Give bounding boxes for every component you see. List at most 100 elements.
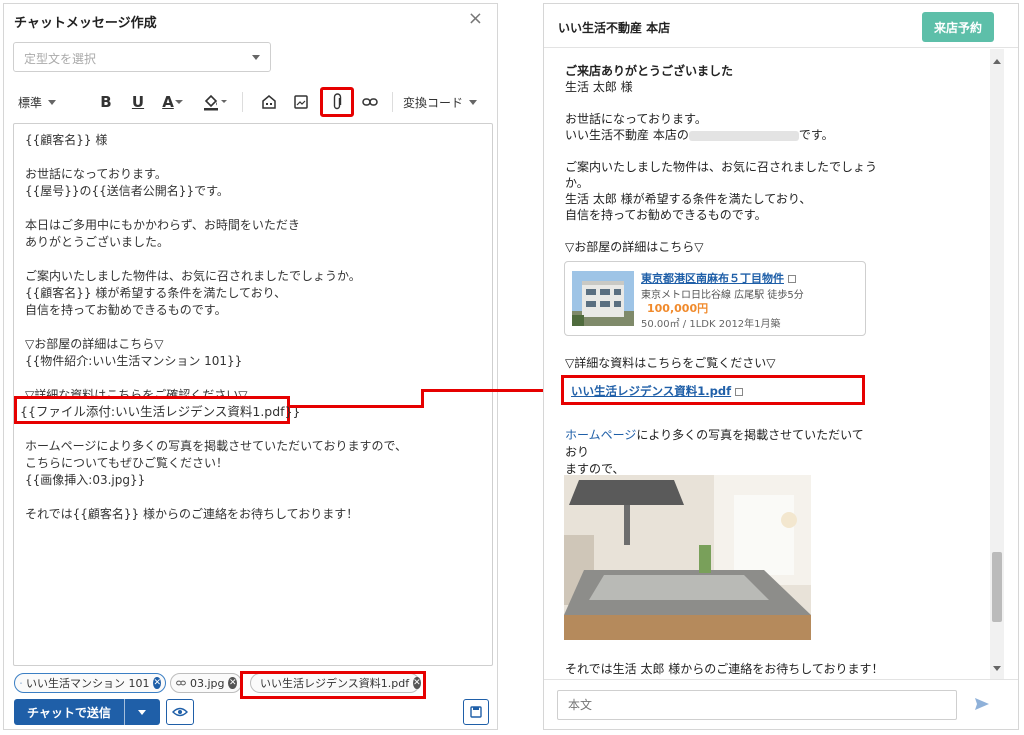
chat-message-input[interactable] — [557, 690, 957, 720]
close-icon[interactable]: × — [468, 8, 483, 29]
message-body-text: {{顧客名}} 様お世話になっております。 {{屋号}}の{{送信者公開名}}です… — [25, 132, 481, 523]
building-icon — [262, 95, 276, 109]
template-select-placeholder: 定型文を選択 — [24, 52, 97, 66]
body-line — [25, 370, 481, 387]
paperclip-icon — [333, 93, 342, 110]
chat-header: いい生活不動産 本店 来店予約 — [544, 4, 1018, 48]
remove-icon[interactable]: ✕ — [228, 677, 237, 689]
property-spec: 50.00㎡ / 1LDK 2012年1月築 — [641, 319, 781, 330]
chevron-down-icon — [48, 99, 57, 105]
preview-button[interactable] — [166, 699, 194, 725]
attachment-chip-label: いい生活マンション 101 — [25, 677, 150, 690]
text-color-label: A — [162, 93, 174, 111]
attachment-chips: いい生活マンション 101 ✕ 03.jpg ✕ いい生活レジデンス資料1.pd… — [14, 671, 494, 699]
template-select[interactable]: 定型文を選択 — [13, 42, 271, 72]
homepage-text-line: り — [577, 445, 590, 459]
body-line: 本日はご多用中にもかかわらず、お時間をいただき — [25, 218, 300, 232]
external-link-icon — [788, 275, 796, 283]
save-draft-button[interactable] — [463, 699, 489, 725]
body-line: {{画像挿入:03.jpg}} — [25, 473, 146, 487]
connector-line — [289, 405, 423, 408]
send-icon[interactable] — [974, 697, 990, 711]
chat-line-text: ▽お部屋の詳細はこちら▽ — [565, 240, 704, 254]
body-line: {{顧客名}} 様 — [25, 133, 108, 147]
chat-input-bar — [544, 679, 1018, 731]
chat-scrollbar[interactable] — [990, 49, 1004, 679]
link-icon — [176, 680, 186, 686]
underline-button[interactable]: U — [128, 88, 148, 116]
insert-image-button[interactable] — [290, 88, 312, 116]
property-name-link[interactable]: 東京都港区南麻布５丁目物件 — [641, 270, 796, 286]
chat-message-area: ご来店ありがとうございました 生活 太郎 様お世話になっております。 いい生活不動産… — [544, 49, 1018, 679]
text-style-dropdown[interactable]: 標準 — [18, 88, 68, 116]
attach-file-button[interactable] — [320, 87, 354, 117]
text-color-button[interactable]: A — [158, 88, 188, 116]
property-access: 東京メトロ日比谷線 広尾駅 徒歩5分 — [641, 290, 804, 301]
connector-line — [421, 389, 562, 392]
body-line: ありがとうございました。 — [25, 235, 170, 249]
remove-icon[interactable]: ✕ — [153, 677, 161, 689]
building-icon — [20, 682, 22, 684]
chevron-down-icon — [138, 709, 146, 715]
chevron-down-icon — [469, 99, 477, 105]
link-icon — [362, 98, 378, 106]
insert-property-button[interactable] — [258, 88, 280, 116]
insert-link-button[interactable] — [358, 88, 382, 116]
file-download-link[interactable]: いい生活レジデンス資料1.pdf — [571, 383, 744, 399]
body-line — [25, 200, 481, 217]
scroll-down-icon[interactable] — [993, 666, 1001, 671]
attachment-chip-image[interactable]: 03.jpg ✕ — [170, 673, 242, 693]
conversion-code-dropdown[interactable]: 変換コード — [400, 88, 480, 116]
chat-line: 生活 太郎 様が希望する条件を満たしており、 — [565, 191, 865, 207]
property-photo — [572, 271, 634, 326]
chat-line — [565, 143, 865, 159]
send-chat-button[interactable]: チャットで送信 — [14, 699, 160, 725]
chat-preview-panel: いい生活不動産 本店 来店予約 ご来店ありがとうございました 生活 太郎 様お世話… — [543, 3, 1019, 730]
image-icon — [294, 95, 308, 109]
closing-text: それでは生活 太郎 様からのご連絡をお待ちしております！ — [565, 662, 884, 676]
file-link-highlight: いい生活レジデンス資料1.pdf — [561, 375, 865, 405]
body-line: ホームページにより多くの写真を掲載させていただいておりますので、 — [25, 439, 407, 453]
attachment-chip-property[interactable]: いい生活マンション 101 ✕ — [14, 673, 166, 693]
chat-line-text: ご案内いたしました物件は、お気に召されましたでしょう — [565, 160, 878, 174]
chat-message-text: ご来店ありがとうございました 生活 太郎 様お世話になっております。 いい生活不動産… — [565, 63, 877, 255]
chat-line — [565, 95, 865, 111]
chat-line: 生活 太郎 様 — [565, 79, 865, 95]
chat-line-text: お世話になっております。 — [565, 112, 707, 126]
body-line: ご案内いたしました物件は、お気に召されましたでしょうか。 — [25, 269, 361, 283]
property-price: 100,000円 — [647, 302, 709, 315]
file-attach-tag: {{ファイル添付:いい生活レジデンス資料1.pdf}} — [14, 396, 300, 424]
document-header: ▽詳細な資料はこちらをご覧ください▽ — [565, 356, 776, 370]
property-name: 東京都港区南麻布５丁目物件 — [641, 272, 784, 285]
chat-line-text: です。 — [798, 128, 834, 142]
body-line: それでは{{顧客名}} 様からのご連絡をお待ちしております！ — [25, 507, 359, 521]
chat-line-text: 自信を持ってお勧めできるものです。 — [565, 208, 767, 222]
file-chip-highlight — [240, 671, 426, 699]
scrollbar-thumb[interactable] — [992, 552, 1002, 622]
body-line: ▽お部屋の詳細はこちら▽ — [25, 337, 164, 351]
chat-line-text: ご来店ありがとうございました — [565, 64, 734, 78]
chat-line: ご来店ありがとうございました — [565, 63, 865, 79]
external-link-icon — [735, 388, 744, 396]
chat-line-text: か。 — [565, 176, 589, 190]
room-photo — [564, 475, 811, 640]
message-composer-panel: チャットメッセージ作成 × 定型文を選択 標準 B U A 変換コード {{顧客… — [3, 3, 498, 730]
body-line: お世話になっております。 — [25, 167, 167, 181]
scroll-up-icon[interactable] — [993, 59, 1001, 64]
text-style-label: 標準 — [18, 95, 43, 110]
bold-button[interactable]: B — [96, 88, 116, 116]
chevron-down-icon — [252, 55, 260, 60]
highlight-color-button[interactable] — [200, 88, 230, 116]
toolbar-divider — [392, 92, 393, 112]
chat-line — [565, 223, 865, 239]
eye-icon — [172, 707, 188, 717]
body-line — [25, 319, 481, 336]
chat-line-text: 生活 太郎 様が希望する条件を満たしており、 — [565, 192, 812, 206]
body-line: {{物件紹介:いい生活マンション 101}} — [25, 354, 243, 368]
property-card[interactable]: 東京都港区南麻布５丁目物件 東京メトロ日比谷線 広尾駅 徒歩5分 100,000… — [564, 261, 866, 336]
homepage-link[interactable]: ホームページ — [565, 428, 636, 442]
send-options-dropdown[interactable] — [125, 709, 159, 715]
chat-title: いい生活不動産 本店 — [558, 21, 671, 35]
visit-reservation-button[interactable]: 来店予約 — [922, 12, 994, 42]
redacted-name — [688, 130, 799, 141]
